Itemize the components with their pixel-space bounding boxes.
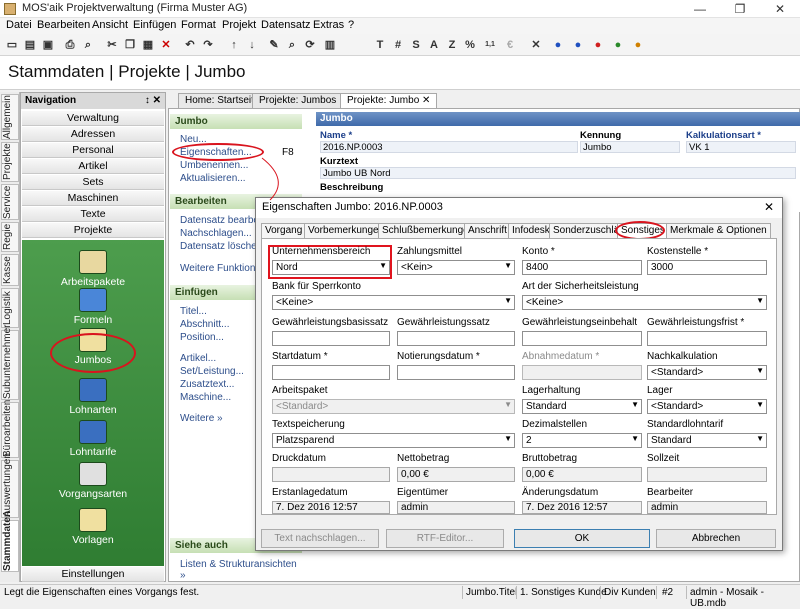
status-separator: [600, 586, 601, 599]
status-tab: 1. Sonstiges Kunde: [520, 587, 607, 598]
status-message: Legt die Eigenschaften eines Vorgangs fe…: [4, 587, 200, 598]
status-separator: [656, 586, 657, 599]
status-kunden: Div Kunden: [604, 587, 656, 598]
status-separator: [462, 586, 463, 599]
status-user-db: admin - Mosaik - UB.mdb: [690, 587, 764, 609]
connector-line: [261, 157, 279, 201]
status-separator: [516, 586, 517, 599]
status-bar: Legt die Eigenschaften eines Vorgangs fe…: [0, 584, 800, 609]
annotation-connector: [261, 157, 279, 201]
status-field: Jumbo.Titel: [466, 587, 518, 598]
status-record-number: #2: [662, 587, 674, 598]
status-separator: [686, 586, 687, 599]
